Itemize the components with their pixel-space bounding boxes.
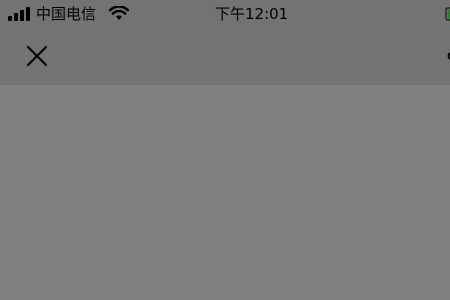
header-area: 中国电信 下午12:01 [0, 0, 450, 85]
app-screen: 中国电信 下午12:01 [0, 0, 450, 300]
content-area [0, 85, 450, 300]
close-button[interactable] [22, 42, 52, 72]
status-time: 下午12:01 [215, 5, 289, 23]
status-bar: 中国电信 下午12:01 [0, 0, 450, 30]
wifi-icon [109, 6, 129, 20]
carrier-name: 中国电信 [36, 5, 97, 23]
close-icon [26, 45, 48, 67]
signal-bars-icon [8, 7, 30, 21]
battery-icon [445, 7, 450, 21]
more-icon[interactable] [446, 48, 450, 64]
